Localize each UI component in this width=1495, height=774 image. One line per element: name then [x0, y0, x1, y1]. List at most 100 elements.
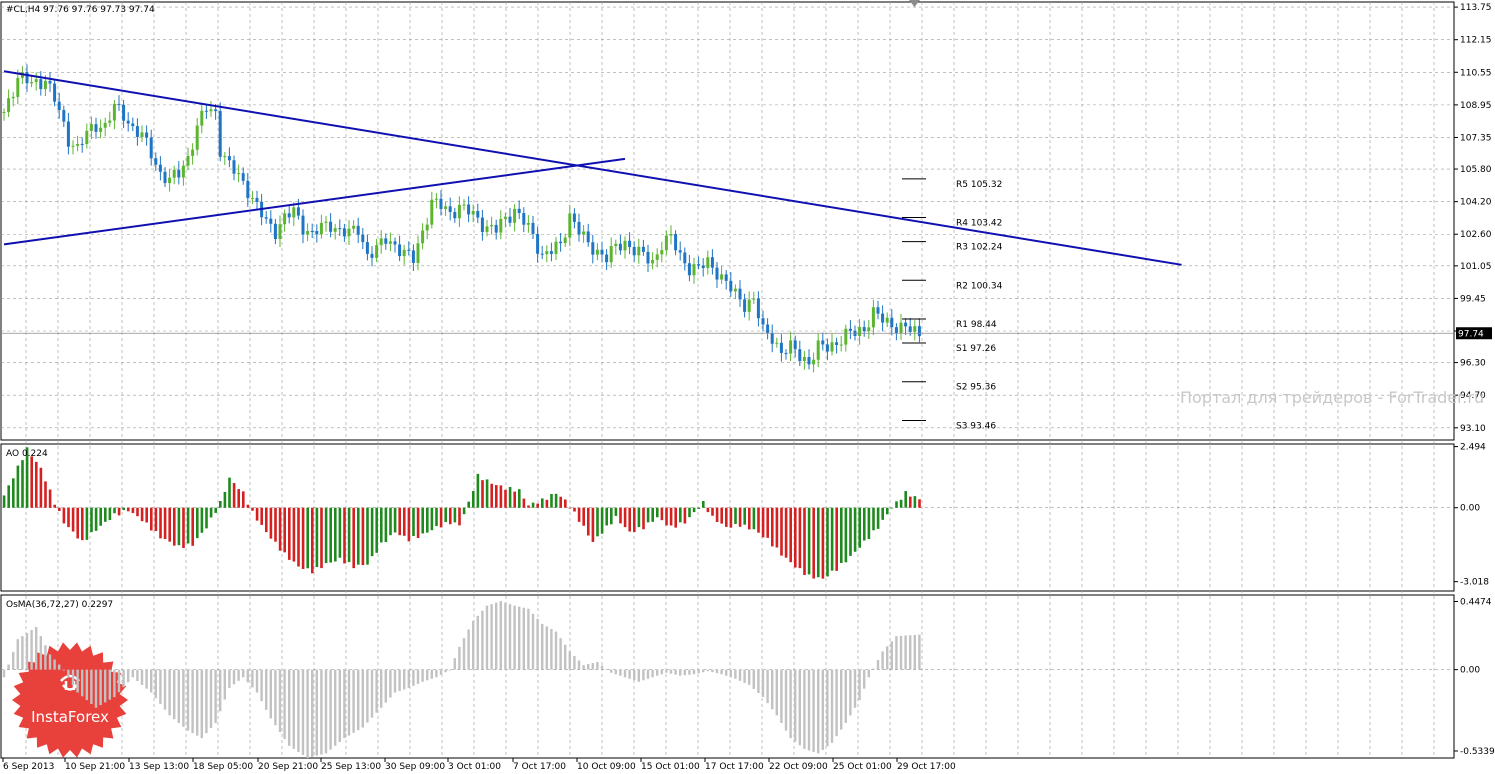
ao-bar — [656, 507, 659, 518]
osma-bar — [439, 669, 443, 675]
ao-bar — [858, 507, 861, 548]
ao-bar — [646, 507, 650, 523]
candle-body — [802, 357, 806, 361]
ao-bar — [311, 507, 314, 574]
ao-bar — [545, 499, 549, 508]
candle-body — [430, 199, 434, 225]
pivot-label: R2 100.34 — [956, 281, 1003, 291]
osma-bar — [729, 669, 732, 678]
candle-body — [687, 263, 691, 276]
ao-bar — [324, 507, 328, 564]
candle-body — [319, 222, 323, 235]
osma-bar — [223, 669, 226, 700]
osma-bar — [384, 669, 387, 703]
symbol-header: #CL,H4 97.76 97.76 97.73 97.74 — [6, 5, 155, 15]
ao-bar — [449, 507, 452, 525]
osma-bar — [771, 669, 774, 710]
candle-body — [315, 231, 319, 235]
ao-bar — [343, 507, 346, 564]
osma-bar — [53, 659, 56, 670]
candle-body — [292, 207, 296, 218]
candle-body — [572, 213, 576, 222]
ao-bar — [495, 485, 498, 508]
candle-body — [370, 253, 374, 258]
chart-svg[interactable]: InstaForex R5 105.32 R4 103.42 R3 102.24 R2… — [0, 0, 1495, 774]
osma-bar — [25, 633, 29, 670]
osma-bar — [398, 669, 401, 691]
ao-tick-label: 0.00 — [1460, 504, 1480, 514]
osma-bar — [205, 669, 208, 734]
ao-bar — [127, 507, 130, 512]
ao-bar — [163, 507, 167, 540]
shift-marker-icon[interactable] — [909, 0, 920, 7]
ao-bar — [881, 507, 884, 520]
candle-body — [80, 143, 84, 145]
candle-body — [862, 327, 866, 332]
candle-body — [89, 124, 93, 131]
ao-bar — [209, 507, 213, 518]
osma-bar — [904, 635, 907, 670]
osma-bar — [881, 651, 884, 670]
pivot-label: S2 95.36 — [956, 383, 996, 393]
indicator-layer — [2, 447, 921, 758]
candle-body — [186, 155, 190, 166]
osma-bar — [660, 669, 663, 675]
osma-bar — [490, 604, 493, 670]
osma-bar — [623, 669, 627, 678]
candle-body — [329, 221, 333, 232]
price-tick-label: 112.15 — [1460, 36, 1492, 46]
candle-body — [163, 171, 167, 184]
candle-body — [411, 250, 415, 263]
candle-body — [421, 230, 425, 244]
ao-bar — [734, 507, 737, 524]
osma-bar — [260, 669, 263, 702]
osma-bar — [288, 669, 291, 746]
ao-bar — [205, 507, 208, 529]
candle-body — [480, 217, 484, 232]
ao-bar — [504, 489, 507, 508]
ao-bar — [444, 507, 447, 523]
candle-body — [200, 110, 204, 126]
candle-body — [296, 207, 300, 216]
candle-body — [499, 218, 503, 233]
candle-body — [540, 253, 544, 255]
ao-bar — [541, 498, 544, 508]
candle-body — [365, 242, 369, 254]
ao-bar — [775, 507, 779, 548]
osma-bar — [651, 669, 654, 678]
ao-bar — [2, 495, 6, 508]
ao-bar — [886, 507, 889, 515]
candle-body — [830, 342, 834, 352]
ao-bar — [752, 507, 756, 530]
ao-bar — [85, 507, 89, 540]
ao-bar — [352, 507, 355, 569]
osma-bar — [2, 669, 6, 678]
candle-body — [227, 156, 231, 161]
candle-body — [867, 327, 871, 332]
candle-body — [342, 228, 346, 237]
ao-bar — [642, 507, 645, 530]
osma-bar — [559, 638, 562, 670]
osma-bar — [886, 646, 889, 670]
osma-bar — [761, 669, 765, 698]
osma-bar — [812, 669, 815, 752]
osma-bar — [315, 669, 318, 756]
candle-body — [241, 173, 245, 181]
candle-body — [347, 228, 351, 237]
ao-bar — [481, 480, 484, 508]
watermark: Портал для трейдеров - ForTrader.ru — [1180, 388, 1484, 407]
candle-body — [204, 110, 208, 112]
osma-bar — [39, 636, 42, 670]
osma-bar — [375, 669, 378, 713]
osma-bar — [426, 669, 429, 681]
ao-bar — [306, 507, 309, 569]
osma-bar — [614, 669, 617, 675]
ao-bar — [669, 507, 673, 526]
osma-bar — [918, 634, 921, 670]
candle-body — [439, 198, 443, 209]
ao-bar — [228, 477, 231, 508]
ao-bar — [683, 507, 687, 524]
candle-body — [761, 318, 765, 325]
candle-body — [536, 233, 540, 254]
osma-bar — [600, 665, 604, 670]
